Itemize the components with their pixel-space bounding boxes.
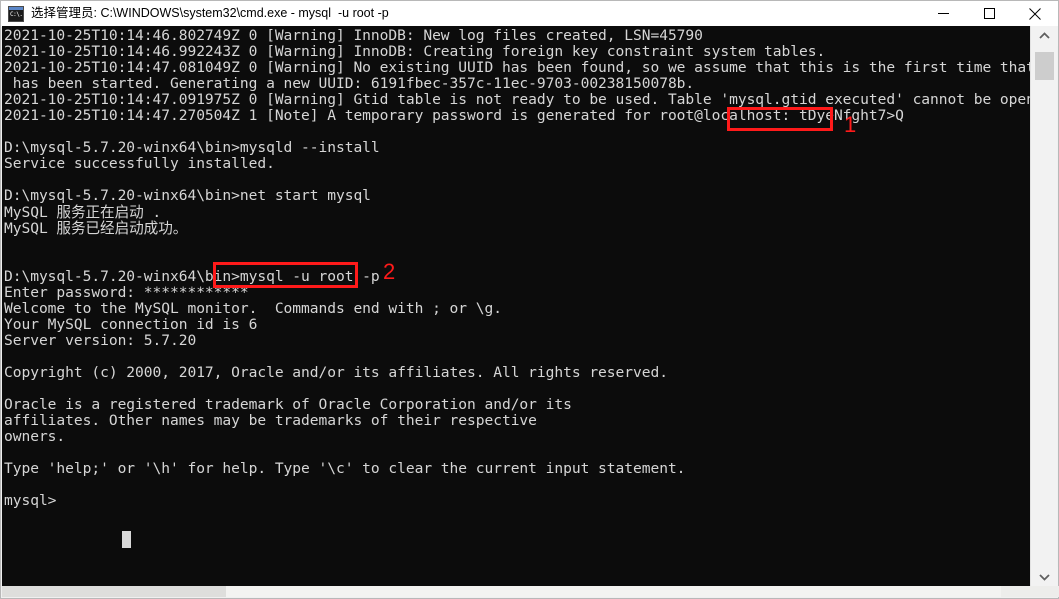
cmd-window: C:\. 选择管理员: C:\WINDOWS\system32\cmd.exe …	[0, 0, 1059, 599]
console-line: D:\mysql-5.7.20-winx64\bin>mysqld --inst…	[4, 139, 380, 157]
annotation-number-2: 2	[383, 259, 396, 284]
bottom-edge-segment-right	[1001, 586, 1059, 597]
bottom-edge-segment-left	[2, 586, 226, 597]
console-line: Server version: 5.7.20	[4, 331, 197, 349]
cmd-app-icon: C:\.	[8, 5, 24, 22]
scrollbar-thumb[interactable]	[1035, 52, 1054, 80]
console-text: 2021-10-25T10:14:46.802749Z 0 [Warning] …	[4, 27, 1031, 510]
maximize-button[interactable]	[966, 1, 1012, 26]
vertical-scrollbar[interactable]	[1030, 26, 1058, 587]
console-line: MySQL 服务已经启动成功。	[4, 219, 188, 237]
console-line: 2021-10-25T10:14:47.091975Z 0 [Warning] …	[4, 91, 1031, 109]
close-button[interactable]	[1012, 1, 1058, 26]
console-line: 2021-10-25T10:14:46.992243Z 0 [Warning] …	[4, 43, 826, 61]
console-line: owners.	[4, 428, 66, 446]
minimize-button[interactable]	[920, 1, 966, 26]
console-line: MySQL 服务正在启动 .	[4, 203, 162, 221]
console-line: 2021-10-25T10:14:46.802749Z 0 [Warning] …	[4, 27, 703, 44]
cmd-icon-prompt: C:\.	[9, 9, 23, 21]
console-line: Enter password: ************	[4, 283, 249, 301]
window-title: 选择管理员: C:\WINDOWS\system32\cmd.exe - mys…	[31, 6, 389, 20]
console-line: 2021-10-25T10:14:47.081049Z 0 [Warning] …	[4, 59, 1031, 77]
console-output-area[interactable]: 2021-10-25T10:14:46.802749Z 0 [Warning] …	[2, 26, 1031, 587]
console-line: Your MySQL connection id is 6	[4, 315, 258, 333]
console-line: has been started. Generating a new UUID:…	[4, 75, 695, 93]
console-line: Oracle is a registered trademark of Orac…	[4, 396, 572, 414]
title-bar[interactable]: C:\. 选择管理员: C:\WINDOWS\system32\cmd.exe …	[1, 1, 1058, 27]
text-cursor	[122, 531, 131, 548]
console-line: mysql>	[4, 492, 57, 510]
scroll-down-arrow-icon[interactable]	[1031, 567, 1058, 587]
bottom-edge-segment-middle	[226, 586, 1059, 597]
console-line: Copyright (c) 2000, 2017, Oracle and/or …	[4, 363, 668, 381]
annotation-number-1: 1	[844, 112, 857, 137]
console-line: D:\mysql-5.7.20-winx64\bin>net start mys…	[4, 187, 371, 205]
scroll-up-arrow-icon[interactable]	[1031, 26, 1058, 46]
window-bottom-edge	[2, 586, 1059, 597]
console-line: Type 'help;' or '\h' for help. Type '\c'…	[4, 460, 686, 478]
console-line: affiliates. Other names may be trademark…	[4, 412, 537, 430]
console-line: Welcome to the MySQL monitor. Commands e…	[4, 299, 502, 317]
console-line: D:\mysql-5.7.20-winx64\bin>mysql -u root…	[4, 267, 380, 285]
console-line: Service successfully installed.	[4, 155, 275, 173]
console-line: 2021-10-25T10:14:47.270504Z 1 [Note] A t…	[4, 107, 904, 125]
